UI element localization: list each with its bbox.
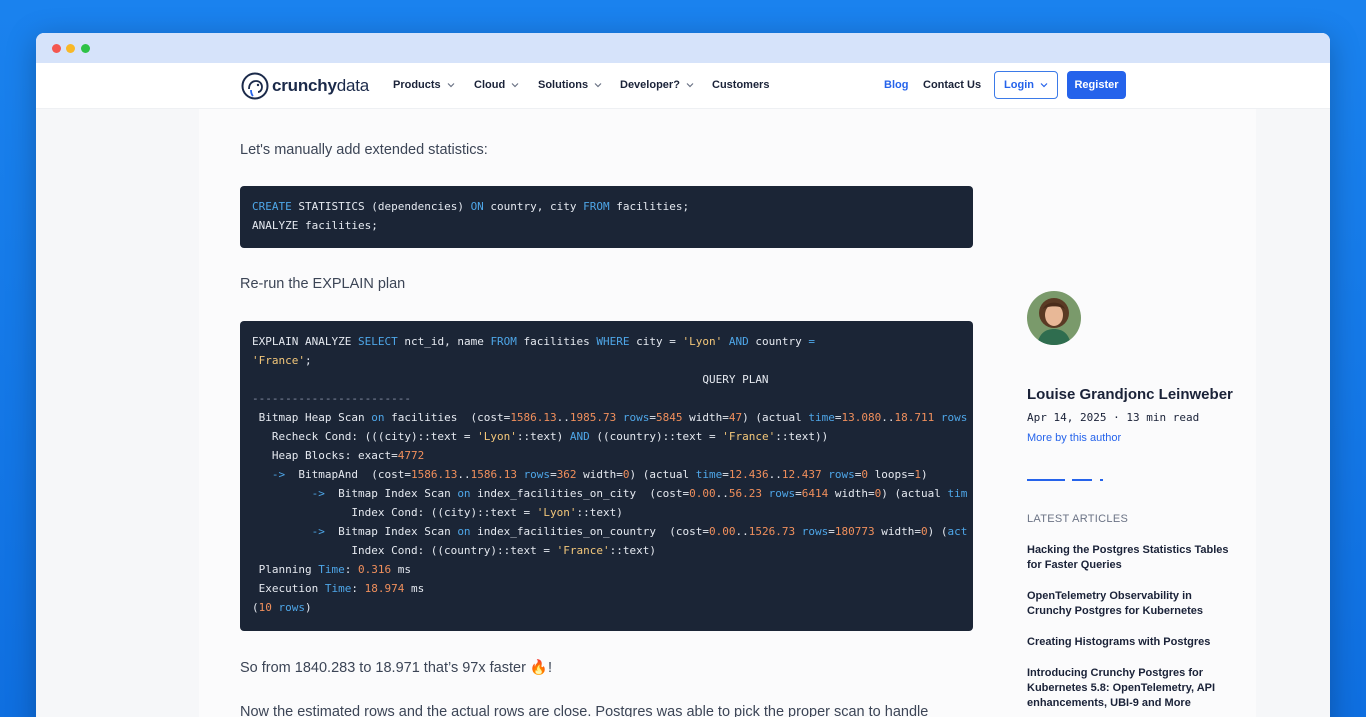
chevron-down-icon — [447, 83, 455, 88]
nav-products-label: Products — [393, 79, 441, 91]
code-line: Heap Blocks: exact=4772 — [252, 449, 425, 462]
article-paragraph: So from 1840.283 to 18.971 that’s 97x fa… — [240, 660, 553, 676]
login-button[interactable]: Login — [994, 71, 1058, 99]
nav-contact-us[interactable]: Contact Us — [923, 79, 981, 91]
latest-article-link[interactable]: Creating Histograms with Postgres — [1027, 635, 1237, 650]
author-photo-icon — [1027, 291, 1081, 345]
code-line: EXPLAIN ANALYZE SELECT nct_id, name FROM… — [252, 335, 816, 348]
login-label: Login — [1004, 79, 1034, 91]
author-avatar[interactable] — [1027, 291, 1081, 345]
more-by-author-link[interactable]: More by this author — [1027, 432, 1121, 444]
code-line: Index Cond: ((city)::text = 'Lyon'::text… — [252, 506, 623, 519]
author-name[interactable]: Louise Grandjonc Leinweber — [1027, 386, 1233, 403]
share-link[interactable] — [1072, 479, 1092, 481]
code-line: (10 rows) — [252, 601, 312, 614]
code-line: -> BitmapAnd (cost=1586.13..1586.13 rows… — [271, 468, 928, 481]
nav-cloud-label: Cloud — [474, 79, 506, 91]
code-line: -> Bitmap Index Scan on index_facilities… — [311, 487, 968, 500]
latest-article-link[interactable]: OpenTelemetry Observability in Crunchy P… — [1027, 589, 1237, 619]
site-navbar: crunchydata Products Cloud Solutions Dev… — [36, 63, 1330, 109]
chevron-down-icon — [594, 83, 602, 88]
chevron-down-icon — [511, 83, 519, 88]
nav-solutions-label: Solutions — [538, 79, 589, 91]
nav-solutions[interactable]: Solutions — [538, 79, 602, 91]
chevron-down-icon — [686, 83, 694, 88]
article-paragraph: Let's manually add extended statistics: — [240, 142, 488, 158]
latest-articles-heading: LATEST ARTICLES — [1027, 513, 1129, 525]
title-bar — [36, 33, 1330, 63]
minimize-window-dot[interactable] — [66, 44, 75, 53]
code-line: 'France'; — [252, 354, 312, 367]
code-line: QUERY PLAN — [252, 373, 769, 386]
browser-window: crunchydata Products Cloud Solutions Dev… — [36, 33, 1330, 717]
latest-article-link[interactable]: Hacking the Postgres Statistics Tables f… — [1027, 543, 1237, 573]
code-line: ANALYZE facilities; — [252, 219, 378, 232]
share-link[interactable] — [1100, 479, 1103, 481]
code-line: ------------------------ — [252, 392, 411, 405]
chevron-down-icon — [1040, 83, 1048, 88]
code-block-explain[interactable]: EXPLAIN ANALYZE SELECT nct_id, name FROM… — [240, 321, 973, 631]
nav-developer[interactable]: Developer? — [620, 79, 694, 91]
code-line: Bitmap Heap Scan on facilities (cost=158… — [252, 411, 968, 424]
code-line: Planning Time: 0.316 ms — [252, 563, 411, 576]
crunchy-data-logo[interactable]: crunchydata — [241, 72, 369, 100]
elephant-logo-icon — [241, 72, 269, 100]
nav-developer-label: Developer? — [620, 79, 680, 91]
nav-customers[interactable]: Customers — [712, 79, 769, 91]
page-content: Let's manually add extended statistics: … — [36, 109, 1330, 717]
close-window-dot[interactable] — [52, 44, 61, 53]
nav-cloud[interactable]: Cloud — [474, 79, 519, 91]
code-line: -> Bitmap Index Scan on index_facilities… — [311, 525, 968, 538]
post-meta: Apr 14, 2025 · 13 min read — [1027, 411, 1200, 424]
nav-blog[interactable]: Blog — [884, 79, 908, 91]
code-line: Index Cond: ((country)::text = 'France':… — [252, 544, 656, 557]
code-block-statistics[interactable]: CREATE STATISTICS (dependencies) ON coun… — [240, 186, 973, 248]
code-line: Recheck Cond: (((city)::text = 'Lyon'::t… — [252, 430, 829, 443]
latest-article-link[interactable]: Introducing Crunchy Postgres for Kuberne… — [1027, 666, 1237, 711]
nav-products[interactable]: Products — [393, 79, 455, 91]
article-paragraph: Re-run the EXPLAIN plan — [240, 276, 406, 292]
maximize-window-dot[interactable] — [81, 44, 90, 53]
code-line: Execution Time: 18.974 ms — [252, 582, 425, 595]
article-paragraph: Now the estimated rows and the actual ro… — [240, 704, 929, 717]
nav-customers-label: Customers — [712, 79, 770, 91]
code-line: CREATE STATISTICS (dependencies) ON coun… — [252, 200, 690, 213]
register-button[interactable]: Register — [1067, 71, 1126, 99]
logo-text: crunchydata — [272, 76, 370, 95]
share-link[interactable] — [1027, 479, 1065, 481]
